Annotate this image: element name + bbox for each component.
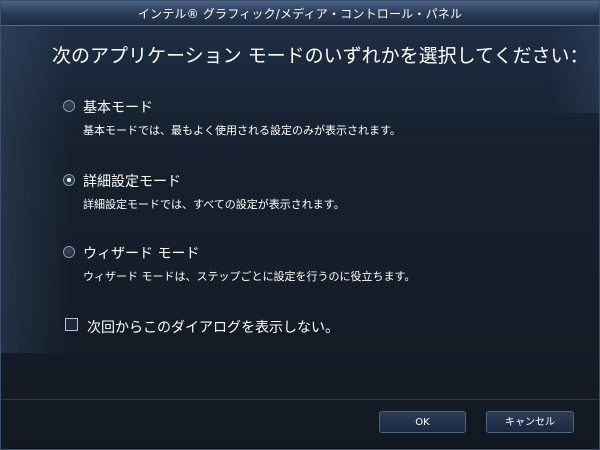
desktop-bleed-right: [549, 23, 599, 113]
advanced-mode-description: 詳細設定モードでは、すべての設定が表示されます。: [83, 198, 345, 211]
cancel-button[interactable]: キャンセル: [486, 411, 574, 433]
mode-selection-dialog: インテル® グラフィック/メディア・コントロール・パネル 次のアプリケーション …: [0, 0, 600, 450]
option-basic-mode[interactable]: 基本モード 基本モードでは、最もよく使用される設定のみが表示されます。: [63, 100, 523, 144]
dont-show-again-row[interactable]: 次回からこのダイアログを表示しない。: [63, 317, 363, 336]
window-title: インテル® グラフィック/メディア・コントロール・パネル: [137, 7, 463, 21]
dont-show-again-label: 次回からこのダイアログを表示しない。: [87, 320, 339, 336]
wizard-mode-description: ウィザード モードは、ステップごとに設定を行うのに役立ちます。: [83, 270, 416, 283]
basic-mode-radio[interactable]: [63, 100, 75, 112]
wizard-mode-label: ウィザード モード: [83, 246, 200, 262]
advanced-mode-label: 詳細設定モード: [83, 174, 181, 190]
dialog-heading: 次のアプリケーション モードのいずれかを選択してください：: [52, 45, 589, 67]
option-advanced-mode[interactable]: 詳細設定モード 詳細設定モードでは、すべての設定が表示されます。: [63, 174, 523, 218]
ok-button[interactable]: OK: [379, 411, 466, 433]
option-wizard-mode[interactable]: ウィザード モード ウィザード モードは、ステップごとに設定を行うのに役立ちます…: [63, 246, 523, 290]
advanced-mode-radio[interactable]: [63, 174, 75, 186]
wizard-mode-radio[interactable]: [63, 246, 75, 258]
desktop-bleed-left: [1, 23, 71, 353]
dont-show-again-checkbox[interactable]: [65, 318, 78, 331]
basic-mode-label: 基本モード: [83, 100, 153, 116]
footer-divider: [1, 399, 599, 400]
basic-mode-description: 基本モードでは、最もよく使用される設定のみが表示されます。: [83, 124, 401, 137]
title-bar[interactable]: インテル® グラフィック/メディア・コントロール・パネル: [1, 1, 599, 26]
